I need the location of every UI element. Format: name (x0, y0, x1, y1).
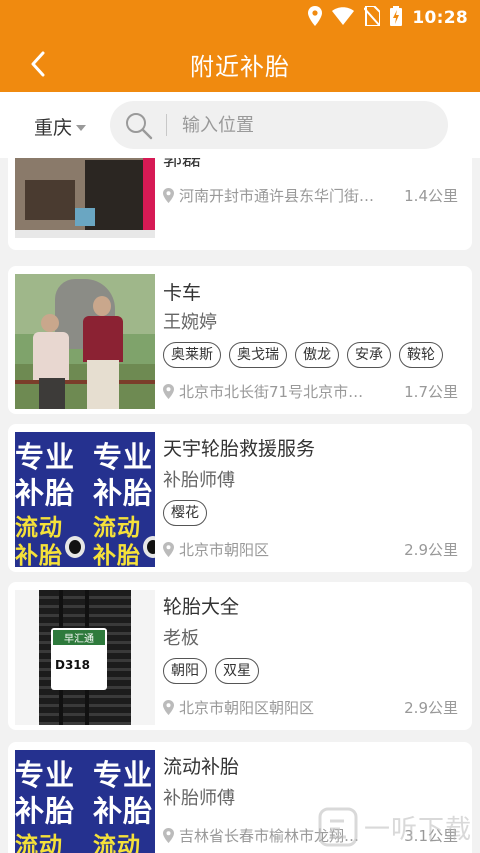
search-icon (124, 111, 154, 145)
tag: 傲龙 (295, 342, 339, 368)
shop-owner: 补胎师傅 (163, 470, 235, 491)
location-pin-icon (163, 700, 174, 715)
shop-tags: 奥莱斯 奥戈瑞 傲龙 安承 鞍轮 (163, 342, 443, 368)
status-bar: 10:28 (0, 0, 480, 34)
shop-owner: 老板 (163, 628, 199, 649)
page-title: 附近补胎 (190, 53, 290, 81)
shop-card[interactable]: 早汇通 D318 轮胎大全 老板 朝阳 双星 北京市朝阳区朝阳区 2.9公里 (8, 582, 472, 730)
shop-name: 卡车 (163, 282, 202, 304)
battery-charging-icon (390, 6, 403, 30)
poster-text: 补胎 (15, 543, 63, 567)
shop-distance: 1.7公里 (404, 383, 458, 401)
location-pin-icon (163, 384, 174, 399)
app-bar: 附近补胎 (0, 34, 480, 92)
tag: 奥戈瑞 (229, 342, 287, 368)
tag: 双星 (215, 658, 259, 684)
shop-photo (15, 158, 155, 238)
tag: 朝阳 (163, 658, 207, 684)
poster-text: 补胎 (15, 794, 76, 828)
poster-text: 补胎 (15, 476, 76, 510)
poster-text: 流动 (93, 833, 141, 853)
city-selector[interactable]: 重庆 (34, 113, 87, 140)
shop-address: 北京市北长街71号北京市… (163, 381, 393, 402)
shop-distance: 2.9公里 (404, 699, 458, 717)
city-label: 重庆 (34, 117, 73, 139)
poster-text: 补胎 (93, 794, 154, 828)
mascot-icon (143, 536, 155, 558)
shop-address: 北京市朝阳区 (163, 539, 393, 560)
wifi-icon (332, 7, 355, 29)
poster-text: 流动 (15, 833, 63, 853)
watermark-text: 一听下载 (364, 814, 473, 845)
status-time: 10:28 (412, 8, 468, 28)
shop-photo: 专业 专业 补胎 补胎 流动 流动 补胎 补胎 (15, 432, 155, 567)
shop-photo: 专业 专业 补胎 补胎 流动 流动 (15, 750, 155, 853)
search-bar: 重庆 (0, 92, 480, 158)
tag: 安承 (347, 342, 391, 368)
tag: 奥莱斯 (163, 342, 221, 368)
poster-text: 补胎 (93, 476, 154, 510)
shop-photo (15, 274, 155, 409)
watermark: 一听下载 (318, 801, 480, 853)
shop-owner: 王婉婷 (163, 312, 217, 333)
shop-card[interactable]: 专业 专业 补胎 补胎 流动 流动 补胎 补胎 天宇轮胎救援服务 补胎师傅 樱花… (8, 424, 472, 572)
shop-distance: 2.9公里 (404, 541, 458, 559)
location-pin-icon (163, 188, 174, 203)
location-pin-icon (163, 542, 174, 557)
search-divider (166, 114, 167, 136)
mascot-icon (65, 536, 85, 558)
tyre-brand: 早汇通 (53, 630, 105, 645)
tag: 鞍轮 (399, 342, 443, 368)
shop-name: 流动补胎 (163, 756, 240, 778)
poster-text: 补胎 (93, 543, 141, 567)
shop-name: 郭磊 (163, 158, 202, 170)
tag: 樱花 (163, 500, 207, 526)
shop-tags: 朝阳 双星 (163, 658, 259, 684)
shop-name: 轮胎大全 (163, 596, 240, 618)
shop-distance: 1.4公里 (404, 187, 458, 205)
shop-address: 河南开封市通许县东华门街… (163, 185, 393, 206)
location-pin-icon (163, 828, 174, 843)
shop-owner: 补胎师傅 (163, 788, 235, 809)
shop-name: 天宇轮胎救援服务 (163, 438, 316, 460)
shop-card[interactable]: 卡车 王婉婷 奥莱斯 奥戈瑞 傲龙 安承 鞍轮 北京市北长街71号北京市… 1.… (8, 266, 472, 414)
no-sim-icon (363, 5, 382, 30)
shop-photo: 早汇通 D318 (15, 590, 155, 725)
caret-down-icon (76, 124, 87, 131)
search-input[interactable] (182, 109, 432, 141)
search-box[interactable] (110, 101, 448, 149)
watermark-logo-icon (318, 807, 358, 847)
shop-list: 郭磊 河南开封市通许县东华门街… 1.4公里 卡车 王婉婷 奥莱斯 奥戈瑞 傲龙… (0, 158, 480, 853)
shop-card[interactable]: 郭磊 河南开封市通许县东华门街… 1.4公里 (8, 158, 472, 250)
shop-tags: 樱花 (163, 500, 207, 526)
shop-address: 北京市朝阳区朝阳区 (163, 697, 393, 718)
location-icon (308, 6, 323, 30)
tyre-code: D318 (55, 658, 91, 672)
